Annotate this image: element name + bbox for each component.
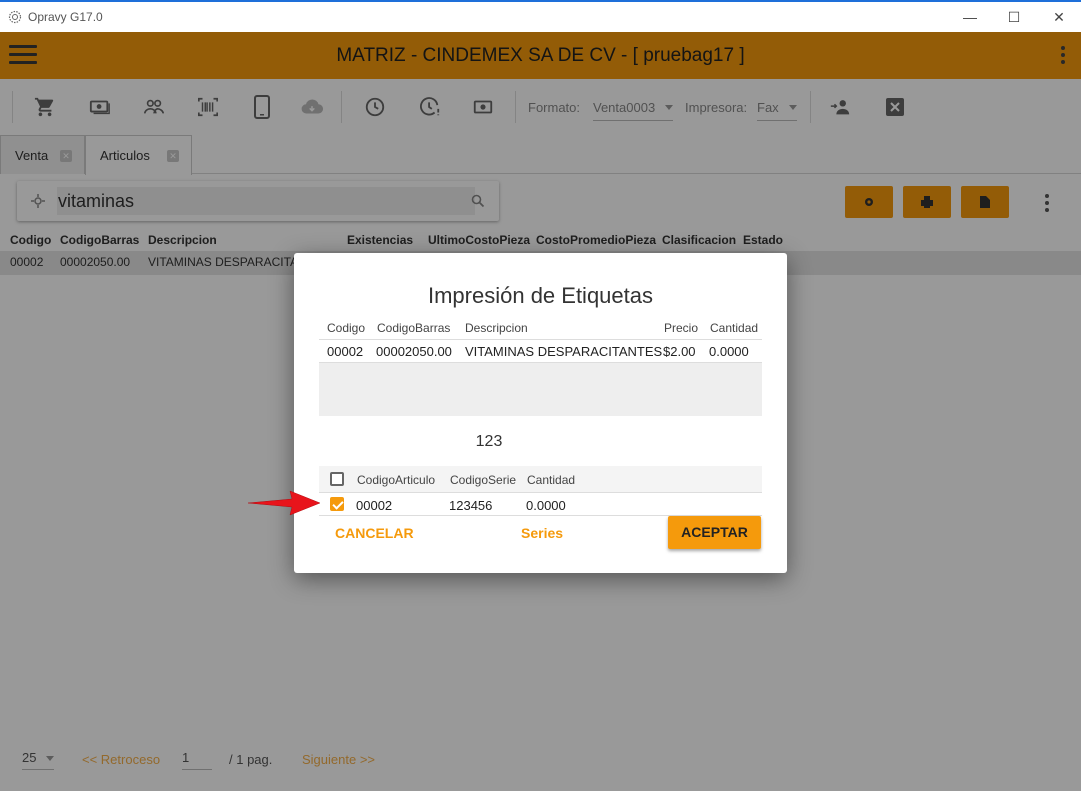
cell: $2.00 <box>663 344 696 359</box>
empty-table-area <box>319 363 762 416</box>
col-header[interactable]: CodigoSerie <box>450 473 516 487</box>
cell: 00002050.00 <box>376 344 452 359</box>
series-button[interactable]: Series <box>521 525 563 541</box>
col-header[interactable]: CodigoArticulo <box>357 473 435 487</box>
print-labels-dialog: Impresión de Etiquetas Codigo CodigoBarr… <box>294 253 787 573</box>
row-checkbox[interactable] <box>330 497 344 511</box>
cell: 00002 <box>327 344 364 359</box>
window-close-button[interactable]: ✕ <box>1036 2 1081 32</box>
cell: 00002 <box>356 498 393 513</box>
col-header[interactable]: CodigoBarras <box>377 321 450 335</box>
series-table-header: CodigoArticulo CodigoSerie Cantidad <box>319 466 762 493</box>
window-title: Opravy G17.0 <box>28 10 103 24</box>
dialog-title: Impresión de Etiquetas <box>427 283 654 308</box>
cell: 0.0000 <box>526 498 566 513</box>
cell: 0.0000 <box>709 344 749 359</box>
cell: 123456 <box>449 498 493 513</box>
select-all-checkbox[interactable] <box>330 472 344 486</box>
app-logo-icon <box>8 10 22 24</box>
articles-table-header: Codigo CodigoBarras Descripcion Precio C… <box>319 316 762 340</box>
accept-button[interactable]: ACEPTAR <box>668 516 761 549</box>
table-row[interactable]: 00002 00002050.00 VITAMINAS DESPARACITAN… <box>319 340 762 363</box>
cell: VITAMINAS DESPARACITANTES <box>465 344 663 359</box>
col-header[interactable]: Cantidad <box>710 321 758 335</box>
cancel-button[interactable]: CANCELAR <box>335 525 414 541</box>
col-header[interactable]: Precio <box>664 321 698 335</box>
col-header[interactable]: Descripcion <box>465 321 528 335</box>
window-titlebar: Opravy G17.0 — ☐ ✕ <box>0 0 1081 32</box>
table-row[interactable]: 00002 123456 0.0000 <box>319 493 762 516</box>
red-arrow-icon <box>248 490 320 516</box>
col-header[interactable]: Cantidad <box>527 473 575 487</box>
label-count: 123 <box>475 433 503 450</box>
maximize-button[interactable]: ☐ <box>991 2 1037 32</box>
minimize-button[interactable]: — <box>947 2 993 32</box>
col-header[interactable]: Codigo <box>327 321 365 335</box>
